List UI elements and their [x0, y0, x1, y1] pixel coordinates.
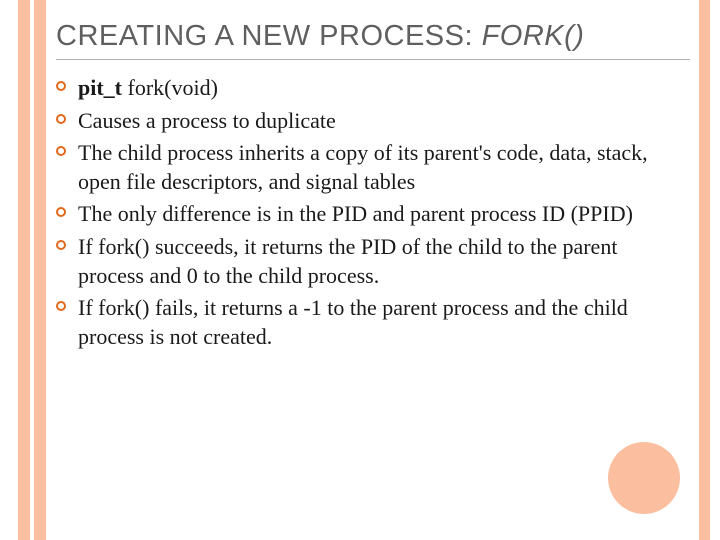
- content-area: CREATING A NEW PROCESS: FORK() pit_t for…: [56, 12, 690, 355]
- bullet-text: The only difference is in the PID and pa…: [78, 201, 633, 226]
- list-item: The only difference is in the PID and pa…: [56, 200, 684, 229]
- deco-bar-right: [699, 0, 710, 540]
- bullet-text: The child process inherits a copy of its…: [78, 140, 648, 194]
- list-item: Causes a process to duplicate: [56, 107, 684, 136]
- slide: CREATING A NEW PROCESS: FORK() pit_t for…: [0, 0, 720, 540]
- bullet-text: fork(void): [122, 75, 218, 100]
- slide-title: CREATING A NEW PROCESS: FORK(): [56, 20, 690, 60]
- title-italic: FORK(): [482, 20, 585, 52]
- bullet-bold: pit_t: [78, 75, 122, 100]
- list-item: The child process inherits a copy of its…: [56, 139, 684, 196]
- list-item: If fork() fails, it returns a -1 to the …: [56, 294, 684, 351]
- deco-circle: [608, 442, 680, 514]
- deco-bar-left-1: [18, 0, 30, 540]
- bullet-text: Causes a process to duplicate: [78, 108, 336, 133]
- bullet-text: If fork() fails, it returns a -1 to the …: [78, 295, 628, 349]
- deco-bar-left-2: [34, 0, 46, 540]
- bullet-text: If fork() succeeds, it returns the PID o…: [78, 234, 617, 288]
- title-plain: CREATING A NEW PROCESS:: [56, 20, 482, 52]
- list-item: If fork() succeeds, it returns the PID o…: [56, 233, 684, 290]
- bullet-list: pit_t fork(void) Causes a process to dup…: [56, 74, 690, 351]
- list-item: pit_t fork(void): [56, 74, 684, 103]
